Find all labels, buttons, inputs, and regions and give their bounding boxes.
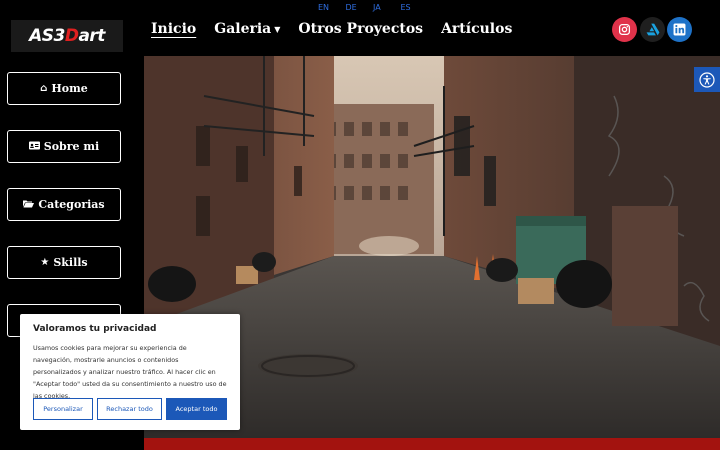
language-es[interactable]: ES	[401, 3, 429, 12]
instagram-icon	[618, 23, 631, 36]
nav-galeria-label: Galeria	[214, 21, 272, 37]
sidebar-item-categorias[interactable]: Categorias	[7, 188, 121, 221]
id-card-icon	[28, 141, 40, 153]
accept-all-button[interactable]: Aceptar todo	[166, 398, 227, 420]
sidebar-item-label: Home	[51, 82, 88, 95]
site-logo[interactable]: AS3Dart	[11, 20, 123, 52]
home-icon: ⌂	[40, 83, 48, 94]
cookie-consent-banner: Valoramos tu privacidad Usamos cookies p…	[20, 314, 240, 430]
sidebar-item-label: Skills	[53, 256, 88, 269]
nav-inicio[interactable]: Inicio	[151, 21, 196, 37]
reject-all-button[interactable]: Rechazar todo	[97, 398, 162, 420]
language-ja[interactable]: JA	[373, 3, 401, 12]
language-switcher: EN DE JA ES	[318, 3, 428, 12]
customize-button[interactable]: Personalizar	[33, 398, 93, 420]
linkedin-link[interactable]	[667, 17, 692, 42]
folder-open-icon	[23, 199, 35, 211]
hero-accent-bar	[144, 438, 720, 450]
language-en[interactable]: EN	[318, 3, 346, 12]
nav-articulos[interactable]: Artículos	[441, 21, 512, 37]
star-icon: ★	[40, 257, 50, 268]
logo-text: AS3Dart	[29, 26, 105, 46]
accessibility-button[interactable]	[694, 67, 720, 92]
sidebar-item-label: Sobre mi	[43, 140, 100, 153]
chevron-down-icon: ▼	[274, 24, 281, 34]
instagram-link[interactable]	[612, 17, 637, 42]
cookie-description: Usamos cookies para mejorar su experienc…	[33, 344, 227, 400]
sidebar-item-label: Categorias	[38, 198, 105, 211]
cookie-actions: Personalizar Rechazar todo Aceptar todo	[33, 398, 227, 420]
accessibility-icon	[699, 71, 715, 88]
cookie-title: Valoramos tu privacidad	[33, 324, 157, 334]
artstation-icon	[646, 23, 659, 36]
nav-galeria[interactable]: Galeria ▼	[214, 21, 280, 37]
main-nav: Inicio Galeria ▼ Otros Proyectos Artículo…	[151, 21, 530, 37]
nav-otros-proyectos[interactable]: Otros Proyectos	[298, 21, 423, 37]
top-bar: AS3Dart EN DE JA ES Inicio Galeria ▼ Otro…	[0, 0, 720, 56]
sidebar-item-skills[interactable]: ★ Skills	[7, 246, 121, 279]
linkedin-icon	[673, 23, 686, 36]
sidebar-item-sobre-mi[interactable]: Sobre mi	[7, 130, 121, 163]
sidebar-item-home[interactable]: ⌂ Home	[7, 72, 121, 105]
language-de[interactable]: DE	[346, 3, 374, 12]
artstation-link[interactable]	[640, 17, 665, 42]
